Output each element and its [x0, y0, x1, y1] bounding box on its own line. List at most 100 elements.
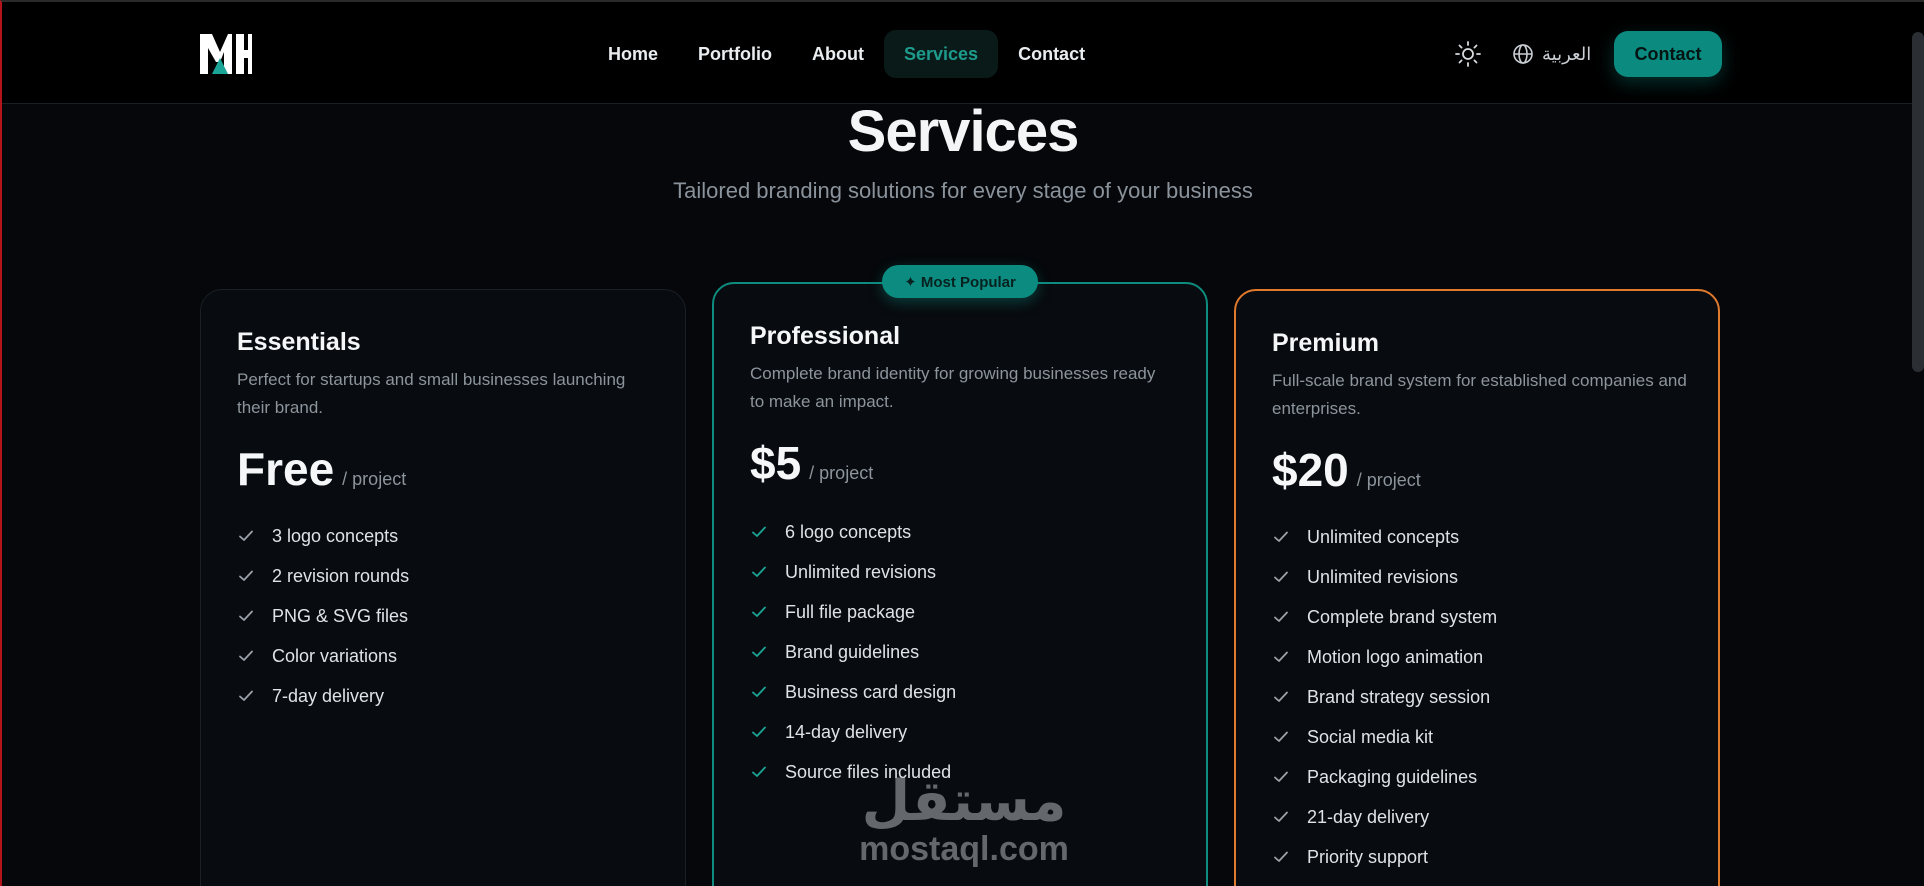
sun-icon[interactable] — [1454, 40, 1482, 68]
language-switch[interactable]: العربية — [1512, 38, 1591, 70]
feature-item: Unlimited concepts — [1272, 517, 1497, 557]
feature-label: Color variations — [272, 645, 398, 666]
feature-item: 7-day delivery — [237, 676, 409, 716]
plan-price: $20 / project — [1272, 443, 1421, 497]
check-icon — [752, 766, 766, 777]
feature-list: Unlimited concepts Unlimited revisions Com… — [1272, 517, 1497, 877]
check-icon — [1274, 851, 1288, 862]
page-title: Services — [847, 99, 1080, 164]
contact-button[interactable]: Contact — [1614, 31, 1722, 77]
feature-item: Packaging guidelines — [1272, 757, 1497, 797]
watermark: مستقل mostaql.com — [848, 772, 1080, 872]
price-unit: / project — [809, 463, 874, 483]
plan-description: Full-scale brand system for established … — [1272, 371, 1687, 418]
feature-item: 14-day delivery — [750, 712, 956, 752]
watermark-latin: mostaql.com — [859, 830, 1069, 868]
feature-label: 3 logo concepts — [272, 525, 399, 546]
plan-title: Professional — [750, 322, 901, 350]
feature-list: 3 logo concepts 2 revision rounds PNG & SV… — [237, 516, 409, 716]
plan-price: $5 / project — [750, 436, 873, 490]
feature-label: Complete brand system — [1307, 606, 1498, 627]
feature-label: 2 revision rounds — [272, 565, 410, 586]
check-icon — [1274, 691, 1288, 702]
nav-home[interactable]: Home — [588, 30, 678, 78]
feature-label: 6 logo concepts — [785, 521, 912, 542]
feature-label: 7-day delivery — [272, 685, 385, 706]
check-icon — [752, 526, 766, 537]
plan-title: Essentials — [237, 328, 361, 356]
feature-item: Motion logo animation — [1272, 637, 1497, 677]
feature-item: Unlimited revisions — [750, 552, 956, 592]
check-icon — [1274, 771, 1288, 782]
plan-description: Complete brand identity for growing busi… — [750, 364, 1156, 411]
check-icon — [752, 566, 766, 577]
feature-item: Brand strategy session — [1272, 677, 1497, 717]
nav-services[interactable]: Services — [884, 30, 999, 78]
feature-item: Business card design — [750, 672, 956, 712]
feature-item: 6 logo concepts — [750, 512, 956, 552]
check-icon — [1274, 731, 1288, 742]
watermark-arabic: مستقل — [861, 769, 1067, 834]
feature-label: 14-day delivery — [785, 721, 908, 742]
plan-card-premium: Premium Full-scale brand system for esta… — [1234, 289, 1720, 886]
feature-item: PNG & SVG files — [237, 596, 409, 636]
check-icon — [1274, 531, 1288, 542]
nav-contact[interactable]: Contact — [998, 30, 1105, 78]
check-icon — [239, 690, 253, 701]
check-icon — [752, 606, 766, 617]
logo-icon[interactable] — [198, 30, 252, 76]
feature-label: Business card design — [785, 681, 957, 702]
feature-label: Brand guidelines — [785, 641, 920, 662]
check-icon — [1274, 571, 1288, 582]
check-icon — [239, 650, 253, 661]
feature-item: 3 logo concepts — [237, 516, 409, 556]
price-unit: / project — [1356, 470, 1421, 490]
price-value: $5 — [750, 437, 802, 489]
price-value: Free — [237, 443, 335, 495]
check-icon — [239, 610, 253, 621]
feature-label: Unlimited revisions — [785, 561, 937, 582]
feature-label: Motion logo animation — [1307, 646, 1484, 667]
page-subtitle: Tailored branding solutions for every st… — [673, 178, 1253, 203]
feature-label: Packaging guidelines — [1307, 766, 1478, 787]
feature-list: 6 logo concepts Unlimited revisions Full f… — [750, 512, 956, 792]
check-icon — [752, 646, 766, 657]
check-icon — [1274, 651, 1288, 662]
plan-description: Perfect for startups and small businesse… — [237, 370, 626, 417]
feature-label: Priority support — [1307, 846, 1429, 867]
most-popular-badge: ✦ Most Popular — [882, 265, 1038, 298]
main-nav: Home Portfolio About Services Contact — [588, 30, 1105, 78]
feature-item: Color variations — [237, 636, 409, 676]
feature-item: 2 revision rounds — [237, 556, 409, 596]
feature-item: 21-day delivery — [1272, 797, 1497, 837]
feature-item: Priority support — [1272, 837, 1497, 877]
language-label: العربية — [1542, 43, 1592, 65]
check-icon — [752, 726, 766, 737]
globe-icon — [1513, 44, 1533, 64]
feature-item: Full file package — [750, 592, 956, 632]
price-unit: / project — [342, 469, 407, 489]
site-header: Home Portfolio About Services Contact ال… — [2, 2, 1924, 104]
nav-portfolio[interactable]: Portfolio — [678, 30, 792, 78]
feature-label: 21-day delivery — [1307, 806, 1430, 827]
check-icon — [1274, 611, 1288, 622]
feature-label: Brand strategy session — [1307, 686, 1491, 707]
feature-item: Complete brand system — [1272, 597, 1497, 637]
check-icon — [752, 686, 766, 697]
check-icon — [239, 570, 253, 581]
feature-item: Brand guidelines — [750, 632, 956, 672]
feature-label: Unlimited revisions — [1307, 566, 1459, 587]
price-value: $20 — [1272, 444, 1349, 496]
plan-card-essentials: Essentials Perfect for startups and smal… — [200, 289, 686, 886]
check-icon — [239, 530, 253, 541]
feature-label: Social media kit — [1307, 726, 1434, 747]
feature-label: Full file package — [785, 601, 916, 622]
feature-label: Unlimited concepts — [1307, 526, 1460, 547]
plan-price: Free / project — [237, 442, 406, 496]
check-icon — [1274, 811, 1288, 822]
feature-label: PNG & SVG files — [272, 605, 409, 626]
plan-title: Premium — [1272, 329, 1379, 357]
nav-about[interactable]: About — [792, 30, 884, 78]
feature-item: Unlimited revisions — [1272, 557, 1497, 597]
feature-item: Social media kit — [1272, 717, 1497, 757]
